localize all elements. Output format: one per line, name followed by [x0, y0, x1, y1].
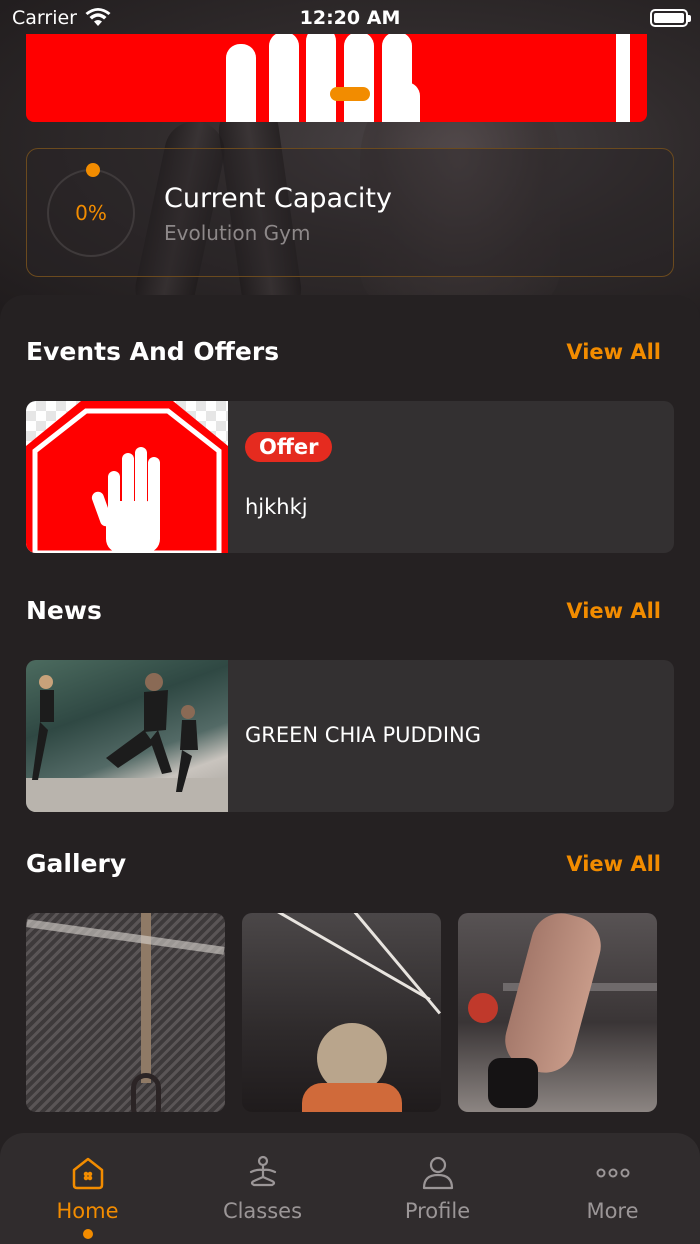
wifi-icon	[85, 8, 111, 26]
home-icon	[72, 1157, 103, 1190]
carousel-page-indicator[interactable]	[330, 87, 370, 101]
gallery-image[interactable]	[458, 913, 657, 1112]
tab-home-label: Home	[56, 1199, 119, 1223]
main-panel: Events And Offers View All Offer hjkhkj …	[0, 295, 700, 1244]
tab-classes-label: Classes	[222, 1199, 303, 1223]
banner-carousel[interactable]	[26, 34, 647, 122]
workout-illustration	[26, 673, 228, 812]
events-header: Events And Offers View All	[26, 337, 661, 366]
events-title: Events And Offers	[26, 337, 280, 366]
gallery-header: Gallery View All	[26, 849, 661, 878]
event-thumbnail	[26, 401, 228, 553]
tab-profile[interactable]: Profile	[350, 1133, 525, 1244]
event-title: hjkhkj	[245, 495, 308, 519]
news-title: News	[26, 596, 102, 625]
stop-hand-icon	[26, 401, 228, 553]
gallery-image[interactable]	[26, 913, 225, 1112]
carrier: Carrier	[12, 7, 111, 29]
capacity-subtitle: Evolution Gym	[164, 221, 311, 245]
gauge-knob	[86, 163, 100, 177]
carrier-label: Carrier	[12, 7, 77, 29]
tab-bar: Home Classes Profile More	[0, 1133, 700, 1244]
offer-badge: Offer	[245, 432, 333, 462]
tab-classes[interactable]: Classes	[175, 1133, 350, 1244]
tab-more-label: More	[586, 1199, 639, 1223]
news-thumbnail	[26, 660, 228, 812]
gallery-image[interactable]	[242, 913, 441, 1112]
gallery-title: Gallery	[26, 849, 127, 878]
battery-icon	[650, 9, 691, 27]
news-card[interactable]: GREEN CHIA PUDDING	[26, 660, 674, 812]
person-icon	[422, 1156, 453, 1190]
event-card[interactable]: Offer hjkhkj	[26, 401, 674, 553]
active-indicator	[82, 1229, 93, 1239]
tab-home[interactable]: Home	[0, 1133, 175, 1244]
gallery-strip	[26, 913, 657, 1112]
capacity-title: Current Capacity	[164, 183, 392, 214]
news-headline: GREEN CHIA PUDDING	[245, 723, 482, 747]
status-bar: Carrier 12:20 AM	[0, 0, 700, 36]
tab-more[interactable]: More	[525, 1133, 700, 1244]
news-header: News View All	[26, 596, 661, 625]
tab-profile-label: Profile	[404, 1199, 471, 1223]
gallery-view-all-link[interactable]: View All	[566, 852, 661, 876]
capacity-gauge: 0%	[47, 163, 135, 257]
news-view-all-link[interactable]: View All	[566, 599, 661, 623]
events-view-all-link[interactable]: View All	[566, 340, 661, 364]
meditation-icon	[249, 1155, 276, 1187]
more-dots-icon	[596, 1168, 629, 1178]
capacity-value: 0%	[75, 201, 107, 225]
capacity-card[interactable]: 0% Current Capacity Evolution Gym	[26, 148, 674, 277]
